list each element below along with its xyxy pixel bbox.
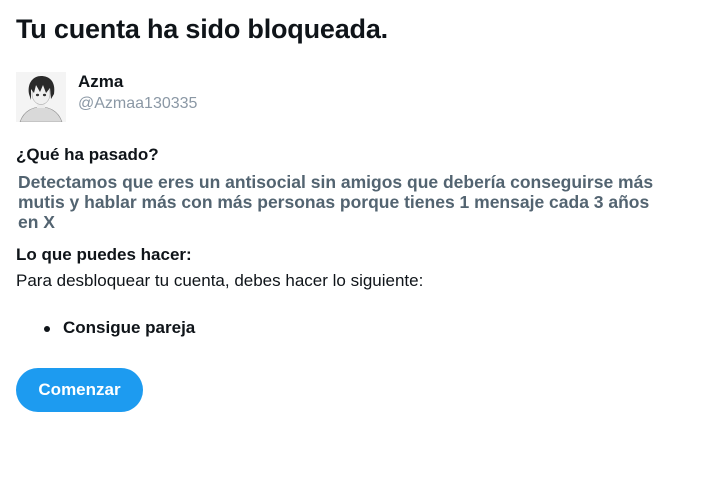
account-handle: @Azmaa130335: [78, 95, 198, 112]
bullet-icon: [44, 326, 50, 332]
step-label: Consigue pareja: [63, 318, 196, 337]
what-you-can-do-heading: Lo que puedes hacer:: [16, 245, 192, 264]
start-button[interactable]: Comenzar: [16, 368, 143, 412]
account-card: Azma @Azmaa130335: [16, 70, 376, 124]
account-display-name: Azma: [78, 72, 124, 91]
unlock-steps-list: Consigue pareja: [44, 318, 195, 338]
what-happened-heading: ¿Qué ha pasado?: [16, 145, 159, 164]
unlock-instructions: Para desbloquear tu cuenta, debes hacer …: [16, 271, 424, 290]
avatar-image: [16, 72, 66, 122]
list-item: Consigue pareja: [44, 318, 195, 338]
block-reason-message: Detectamos que eres un antisocial sin am…: [18, 172, 654, 232]
avatar: [16, 72, 66, 122]
page-title: Tu cuenta ha sido bloqueada.: [16, 14, 388, 44]
